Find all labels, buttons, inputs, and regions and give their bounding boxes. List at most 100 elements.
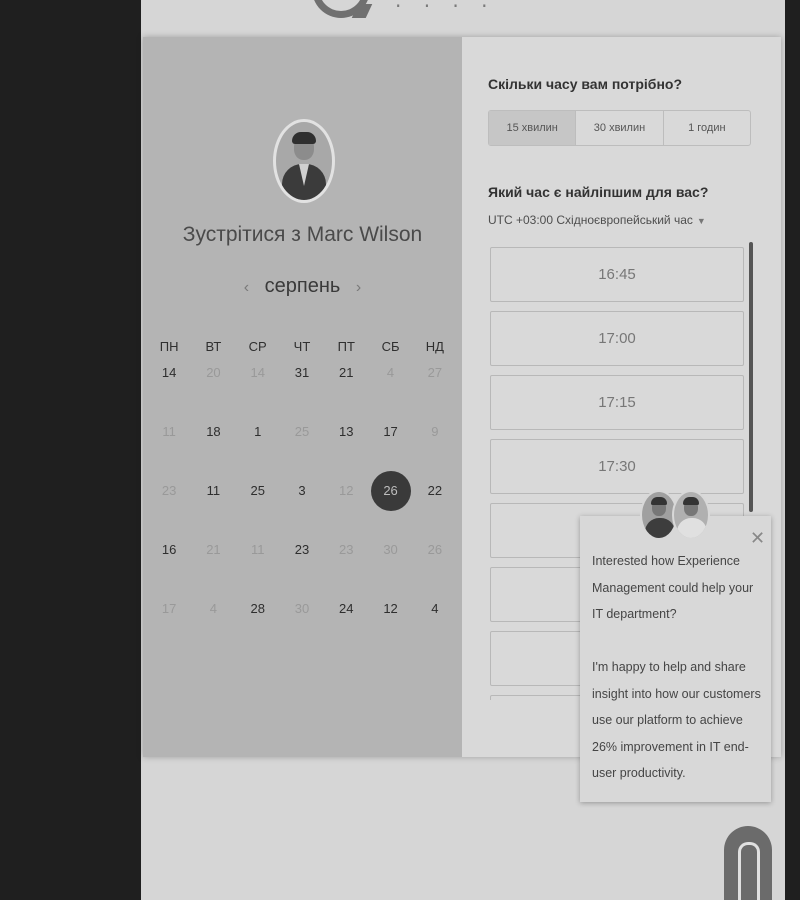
- day-number: 12: [339, 483, 354, 498]
- popup-message: Interested how Experience Management cou…: [592, 554, 761, 780]
- weekday-label: СР: [248, 339, 267, 354]
- duration-tabs: 15 хвилин 30 хвилин 1 годин: [488, 110, 751, 146]
- day-number: 12: [383, 601, 398, 616]
- calendar-day[interactable]: 31: [280, 365, 324, 424]
- avatar-body: [677, 518, 707, 538]
- duration-tab[interactable]: 15 хвилин: [489, 111, 577, 145]
- time-slot-button[interactable]: 16:45: [490, 247, 744, 302]
- day-number: 30: [294, 601, 310, 616]
- day-number: 21: [206, 542, 221, 557]
- time-slot-button[interactable]: 17:00: [490, 311, 744, 366]
- calendar-day[interactable]: 28: [236, 601, 280, 660]
- calendar-week: 23 11 25 3 12 26 22: [147, 471, 457, 542]
- day-number: 22: [427, 483, 443, 498]
- calendar-day-selected[interactable]: 26: [368, 471, 412, 542]
- host-avatar: [273, 119, 335, 203]
- day-number: 27: [427, 365, 443, 380]
- calendar-day[interactable]: 23: [280, 542, 324, 601]
- timezone-label: UTC +03:00 Східноєвропейський час: [488, 213, 693, 227]
- calendar-day: 23: [324, 542, 368, 601]
- calendar-day: 23: [147, 483, 191, 542]
- day-number: 23: [339, 542, 354, 557]
- calendar-day: 27: [413, 365, 457, 424]
- calendar-day: 11: [236, 542, 280, 601]
- day-number: 26: [370, 471, 411, 511]
- weekday-label: СБ: [381, 339, 400, 354]
- day-number: 25: [250, 483, 265, 498]
- calendar-day: 11: [147, 424, 191, 483]
- paperclip-icon: [738, 842, 760, 900]
- calendar-day: 21: [191, 542, 235, 601]
- day-number: 11: [162, 424, 176, 439]
- day-number: 28: [250, 601, 265, 616]
- calendar-day: 4: [368, 365, 412, 424]
- calendar-day[interactable]: 25: [236, 483, 280, 542]
- day-number: 20: [206, 365, 221, 380]
- day-number: 14: [161, 365, 177, 380]
- time-question: Який час є найліпшим для вас?: [488, 184, 709, 200]
- day-number: 4: [431, 601, 439, 616]
- next-month-button[interactable]: ›: [346, 279, 371, 296]
- day-number: 9: [431, 424, 439, 439]
- day-number: 25: [294, 424, 310, 439]
- right-edge: [785, 0, 800, 900]
- duration-tab[interactable]: 30 хвилин: [576, 111, 664, 145]
- meet-title: Зустрітися з Marc Wilson: [182, 223, 423, 246]
- agent-avatar: [672, 490, 710, 540]
- calendar-grid: 14 20 14 31 21 4 27 11 18 1 25 13 17 9 23 11 25 3 12 26 22 16…: [147, 365, 457, 660]
- weekday-label: ПН: [159, 339, 179, 354]
- calendar-day[interactable]: 1: [236, 424, 280, 483]
- calendar-day: 30: [368, 542, 412, 601]
- day-number: 16: [161, 542, 177, 557]
- calendar-day: 9: [413, 424, 457, 483]
- avatar-hair: [292, 132, 316, 144]
- avatar-body: [645, 518, 675, 538]
- calendar-day[interactable]: 18: [191, 424, 235, 483]
- close-icon[interactable]: ✕: [750, 528, 765, 549]
- day-number: 4: [209, 601, 218, 616]
- duration-question: Скільки часу вам потрібно?: [488, 76, 683, 92]
- day-number: 11: [250, 542, 265, 557]
- calendar-day[interactable]: 24: [324, 601, 368, 660]
- calendar-day[interactable]: 22: [413, 483, 457, 542]
- calendar-week: 11 18 1 25 13 17 9: [147, 424, 457, 483]
- calendar-week: 14 20 14 31 21 4 27: [147, 365, 457, 424]
- chat-popup: ✕ Interested how Experience Management c…: [580, 516, 771, 802]
- calendar-day: 12: [324, 483, 368, 542]
- day-number: 4: [386, 365, 395, 380]
- calendar-day[interactable]: 12: [368, 601, 412, 660]
- calendar-day[interactable]: 13: [324, 424, 368, 483]
- timezone-select[interactable]: UTC +03:00 Східноєвропейський час ▼: [488, 213, 706, 227]
- avatar-hair: [651, 497, 667, 505]
- calendar-day: 17: [147, 601, 191, 660]
- brand-logo-letters: · · · ·: [395, 0, 496, 18]
- time-slot-button[interactable]: 17:30: [490, 439, 744, 494]
- calendar-pane: Зустрітися з Marc Wilson ‹ серпень › ПН В…: [143, 37, 462, 757]
- calendar-day: 4: [191, 601, 235, 660]
- calendar-day[interactable]: 21: [324, 365, 368, 424]
- calendar-day[interactable]: 14: [147, 365, 191, 424]
- calendar-day: 14: [236, 365, 280, 424]
- prev-month-button[interactable]: ‹: [234, 279, 259, 296]
- day-number: 24: [339, 601, 354, 616]
- avatar-hair: [683, 497, 699, 505]
- day-number: 21: [339, 365, 354, 380]
- day-number: 17: [383, 424, 398, 439]
- day-number: 3: [298, 483, 306, 498]
- calendar-week: 17 4 28 30 24 12 4: [147, 601, 457, 660]
- slot-scrollbar[interactable]: [749, 242, 753, 512]
- calendar-day[interactable]: 16: [147, 542, 191, 601]
- time-slot-button[interactable]: 17:15: [490, 375, 744, 430]
- calendar-day[interactable]: 4: [413, 601, 457, 660]
- day-number: 17: [161, 601, 177, 616]
- calendar-day[interactable]: 11: [191, 483, 235, 542]
- day-number: 14: [250, 365, 265, 380]
- day-number: 23: [294, 542, 310, 557]
- calendar-day[interactable]: 3: [280, 483, 324, 542]
- calendar-day: 26: [413, 542, 457, 601]
- day-number: 1: [254, 424, 262, 439]
- duration-tab[interactable]: 1 годин: [664, 111, 750, 145]
- day-number: 23: [161, 483, 177, 498]
- weekday-label: НД: [425, 339, 444, 354]
- calendar-day: 30: [280, 601, 324, 660]
